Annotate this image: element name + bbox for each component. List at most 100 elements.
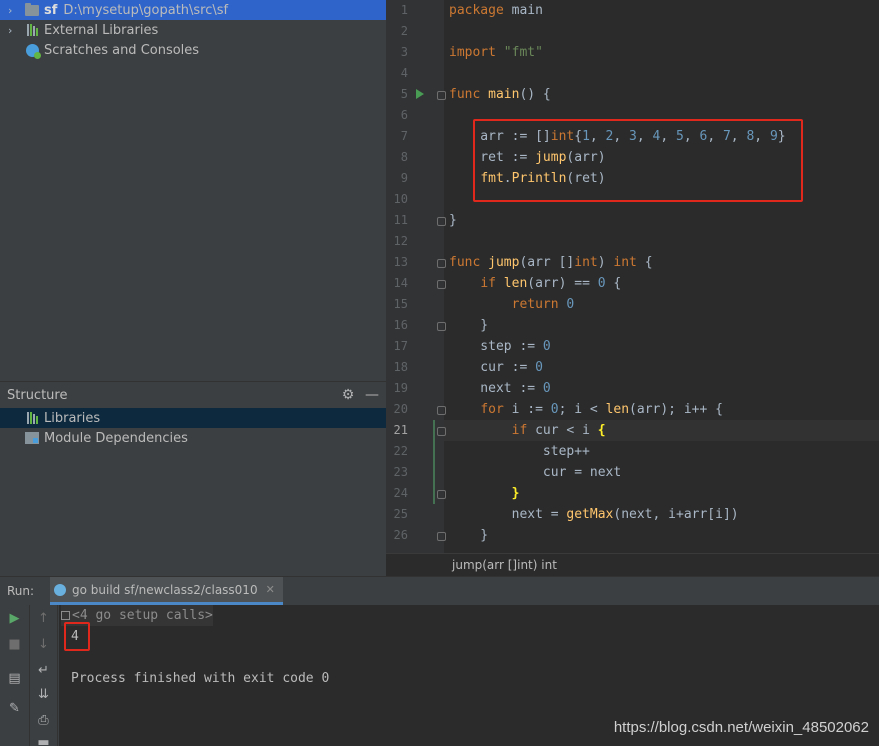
tree-item-label: Scratches and Consoles [44,42,200,58]
folder-icon [24,2,40,17]
vcs-change-marker [433,420,435,504]
structure-title: Structure [7,387,68,403]
run-tab[interactable]: go build sf/newclass2/class010 ✕ [50,577,283,605]
minimize-icon[interactable]: — [362,387,382,403]
line-number: 6 [400,108,408,122]
line-number: 10 [393,192,408,206]
code-line: } [449,528,489,543]
code-line: cur = next [449,465,622,480]
clear-icon[interactable]: ▬ [30,735,57,746]
line-number: 14 [393,276,408,290]
line-number: 24 [393,486,408,500]
fold-icon[interactable] [437,532,446,541]
structure-item-module-dependencies[interactable]: Module Dependencies [0,428,386,448]
structure-item-label: Libraries [44,410,101,426]
run-tab-label: go build sf/newclass2/class010 [72,582,258,597]
layout-icon[interactable]: ▤ [0,671,29,686]
scroll-to-end-icon[interactable]: ⇊ [30,687,57,702]
code-editor[interactable]: 1 2 3 4 5 6 7 8 9 10 11 12 13 14 15 16 17 18 19 20 21 22 23 24 2… [386,0,879,553]
fold-icon[interactable] [437,490,446,499]
line-number: 19 [393,381,408,395]
finish-message: Process finished with exit code 0 [71,671,330,686]
go-icon [54,583,66,596]
line-number: 5 [400,87,408,101]
line-number: 18 [393,360,408,374]
expand-icon[interactable] [61,611,70,620]
editor-gutter: 1 2 3 4 5 6 7 8 9 10 11 12 13 14 15 16 17 18 19 20 21 22 23 24 2… [386,0,444,553]
line-number: 8 [400,150,408,164]
code-line: step := 0 [449,339,551,354]
code-line: step++ [449,444,590,459]
fold-icon[interactable] [437,427,446,436]
structure-item-label: Module Dependencies [44,430,188,446]
line-number: 16 [393,318,408,332]
code-line: package main [449,3,543,18]
code-line: func main() { [449,87,551,102]
code-line: return 0 [511,297,575,312]
code-line: } [511,486,520,501]
pin-icon[interactable]: ✎ [0,701,29,716]
code-line: next := 0 [449,381,551,396]
stop-icon[interactable]: ■ [0,637,29,652]
line-number: 21 [393,423,408,437]
line-number: 25 [393,507,408,521]
run-gutter-icon[interactable] [416,89,424,99]
code-line: next = getMax(next, i+arr[i]) [449,507,739,522]
root-path: D:\mysetup\gopath\src\sf [63,2,229,18]
libraries-icon [24,411,40,425]
line-number: 26 [393,528,408,542]
code-line: func jump(arr []int) int { [449,255,653,270]
run-label: Run: [7,584,35,598]
line-number: 23 [393,465,408,479]
project-panel: › sf D:\mysetup\gopath\src\sf › External… [0,0,386,381]
line-number: 13 [393,255,408,269]
tree-item-root[interactable]: › sf D:\mysetup\gopath\src\sf [0,0,386,20]
line-number: 2 [400,24,408,38]
code-line: for i := 0; i < len(arr); i++ { [480,402,723,417]
line-number: 22 [393,444,408,458]
line-number: 9 [400,171,408,185]
breadcrumb[interactable]: jump(arr []int) int [386,553,879,576]
fold-icon[interactable] [437,322,446,331]
libraries-icon [24,23,40,37]
fold-icon[interactable] [437,91,446,100]
code-line: import "fmt" [449,45,543,60]
root-name: sf [44,2,58,18]
line-number: 17 [393,339,408,353]
tree-item-external-libraries[interactable]: › External Libraries [0,20,386,40]
fold-icon[interactable] [437,280,446,289]
module-icon [24,431,40,445]
run-header: Run: go build sf/newclass2/class010 ✕ [0,577,879,605]
rerun-icon[interactable]: ▶ [0,611,29,626]
structure-item-libraries[interactable]: Libraries [0,408,386,428]
run-panel: Run: go build sf/newclass2/class010 ✕ ▶ … [0,576,879,746]
structure-panel: Structure ⚙ — Libraries Module Dependenc… [0,381,386,576]
print-icon[interactable]: ⎙ [30,713,57,728]
line-number: 15 [393,297,408,311]
fold-icon[interactable] [437,259,446,268]
highlight-box [473,119,803,202]
line-number: 3 [400,45,408,59]
chevron-right-icon[interactable]: › [8,4,18,17]
line-number: 12 [393,234,408,248]
fold-icon[interactable] [437,217,446,226]
line-number: 1 [400,3,408,17]
highlight-box [64,622,90,651]
chevron-right-icon[interactable]: › [8,24,18,37]
code-line: if len(arr) == 0 { [480,276,622,291]
line-number: 11 [393,213,408,227]
fold-icon[interactable] [437,406,446,415]
arrow-down-icon[interactable]: ↓ [30,637,57,652]
arrow-up-icon[interactable]: ↑ [30,611,57,626]
close-icon[interactable]: ✕ [266,583,275,596]
code-line: } [449,213,457,228]
tree-item-label: External Libraries [44,22,159,38]
watermark: https://blog.csdn.net/weixin_48502062 [613,719,869,736]
scratches-icon [24,43,41,59]
soft-wrap-icon[interactable]: ↵ [30,663,57,678]
code-line: } [449,318,489,333]
run-toolbar-mid: ↑ ↓ ↵ ⇊ ⎙ ▬ [30,605,58,746]
code-line: if cur < i { [511,423,606,438]
tree-item-scratches[interactable]: Scratches and Consoles [0,40,386,60]
gear-icon[interactable]: ⚙ [338,387,358,403]
